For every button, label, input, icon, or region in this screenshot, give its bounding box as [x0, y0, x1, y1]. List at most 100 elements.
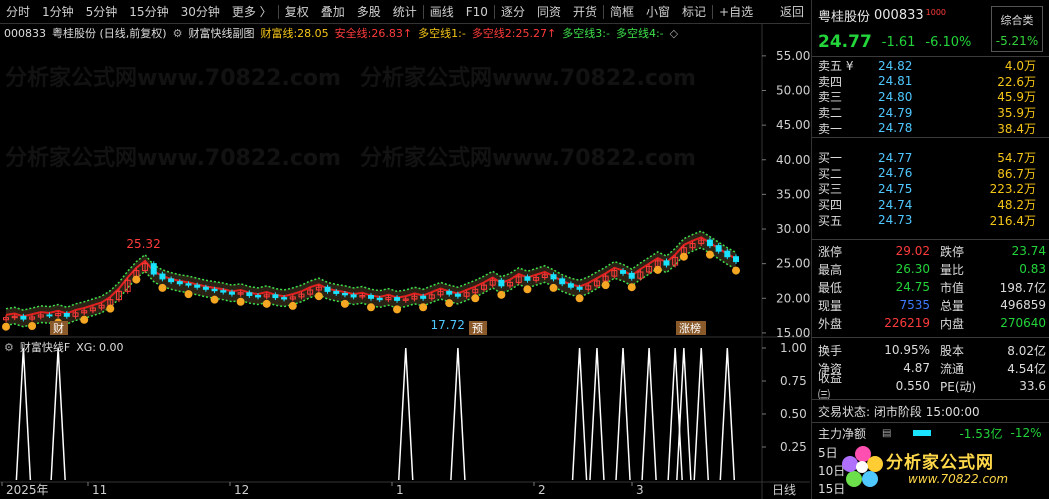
stat-label: 外盘: [818, 316, 843, 331]
candle-body: [663, 260, 670, 266]
toolbar-item-7[interactable]: 叠加: [315, 0, 351, 24]
flow-label: 主力净额: [818, 426, 867, 441]
signal-dot: [705, 250, 714, 259]
sub-y-tick-label: 0.25: [780, 440, 807, 454]
y-tick-label: 45.00: [776, 118, 810, 132]
ask-row[interactable]: 卖四 24.81 22.6万: [812, 74, 1049, 90]
ask-price: 24.79: [878, 105, 913, 120]
toolbar-item-1[interactable]: 1分钟: [36, 0, 80, 24]
stat-value: 270640: [1000, 316, 1046, 330]
sub-y-tick-label: 0.75: [780, 374, 807, 388]
candle-body: [246, 292, 253, 297]
toolbar-item-6[interactable]: 复权: [279, 0, 315, 24]
candle-body: [202, 286, 209, 290]
sub-info-line: ⚙ 财富快线F XG: 0.00: [0, 339, 129, 355]
last-price: 24.77: [818, 32, 872, 52]
toolbar-item-12[interactable]: 逐分: [495, 0, 531, 24]
ask-row[interactable]: 卖二 24.79 35.9万: [812, 105, 1049, 121]
signal-dot: [627, 283, 636, 292]
signal-dot: [601, 281, 610, 290]
stat-row: 涨停 29.02 跌停 23.74: [812, 242, 1049, 260]
stat-label: 流通: [940, 361, 965, 376]
stat-value: 29.02: [895, 244, 930, 258]
candle-body: [524, 276, 531, 281]
toolbar-item-14[interactable]: 开货: [567, 0, 603, 24]
signal-spike: [450, 347, 466, 481]
bid-label: 买一: [818, 151, 843, 166]
bid-row[interactable]: 买五 24.73 216.4万: [812, 212, 1049, 228]
y-tick-label: 55.00: [776, 49, 810, 63]
main-flow[interactable]: 主力净额 ▤ -1.53亿 -12%: [812, 424, 1049, 442]
signal-dot: [184, 290, 193, 299]
candle-body: [350, 294, 357, 298]
toolbar-item-18[interactable]: +自选: [713, 0, 759, 24]
price-annotation: 25.32: [126, 237, 160, 251]
candle-body: [394, 297, 401, 301]
ask-row[interactable]: 卖一 24.78 38.4万: [812, 120, 1049, 136]
price-annotation: 17.72: [431, 318, 465, 332]
toolbar-item-17[interactable]: 标记: [676, 0, 712, 24]
toolbar-item-0[interactable]: 分时: [0, 0, 36, 24]
gear-icon-sub[interactable]: ⚙: [4, 341, 14, 354]
candle-body: [420, 295, 427, 299]
kline-chart[interactable]: 55.0050.0045.0040.0035.0030.0025.0020.00…: [0, 24, 810, 499]
signal-spike: [571, 347, 588, 481]
ask-row[interactable]: 卖五 ¥ 24.82 4.0万: [812, 58, 1049, 74]
ask-label: 卖三: [818, 90, 843, 105]
signal-dot: [523, 285, 532, 294]
signal-dot: [497, 290, 506, 299]
toolbar-item-19[interactable]: 返回: [774, 0, 810, 24]
bid-label: 买三: [818, 182, 843, 197]
flow-menu-icon[interactable]: ▤: [882, 428, 891, 439]
candle-body: [446, 290, 453, 295]
sector-name: 综合类: [1000, 14, 1034, 27]
candle-body: [168, 278, 175, 283]
ask-price: 24.78: [878, 121, 913, 136]
toolbar-item-10[interactable]: 画线: [424, 0, 460, 24]
stat-label: 最低: [818, 280, 843, 295]
ask-volume: 38.4万: [997, 121, 1036, 136]
bid-label: 买二: [818, 166, 843, 181]
sub-indicator-name[interactable]: 财富快线F: [20, 339, 70, 355]
marker-yu: 预: [472, 322, 483, 335]
ask-row[interactable]: 卖三 24.80 45.9万: [812, 89, 1049, 105]
sector-box[interactable]: 综合类 -5.21%: [991, 6, 1043, 52]
ask-book: 卖五 ¥ 24.82 4.0万 卖四 24.81 22.6万 卖三 24.80 45.9万 卖二 2…: [812, 58, 1049, 136]
toolbar-item-11[interactable]: F10: [460, 0, 494, 24]
stat-label: PE(动): [940, 379, 977, 394]
toolbar-item-5[interactable]: 更多 〉: [226, 0, 278, 24]
bid-price: 24.77: [878, 150, 913, 165]
toolbar-item-8[interactable]: 多股: [351, 0, 387, 24]
bid-row[interactable]: 买二 24.76 86.7万: [812, 166, 1049, 182]
status-value: 闭市阶段 15:00:00: [873, 405, 980, 419]
signal-dot: [28, 322, 37, 330]
toolbar-item-3[interactable]: 15分钟: [123, 0, 174, 24]
candle-body: [176, 281, 183, 285]
flow-pct: -12%: [1010, 426, 1042, 440]
signal-dot: [367, 303, 375, 312]
stock-name: 粤桂股份: [818, 9, 871, 25]
toolbar-item-16[interactable]: 小窗: [640, 0, 676, 24]
toolbar-item-13[interactable]: 同资: [531, 0, 567, 24]
bid-row[interactable]: 买四 24.74 48.2万: [812, 197, 1049, 213]
signal-spike: [50, 347, 66, 481]
signal-dot: [732, 266, 740, 275]
x-tick-label: 12: [234, 483, 249, 497]
toolbar-item-9[interactable]: 统计: [387, 0, 423, 24]
y-tick-label: 25.00: [776, 257, 810, 271]
toolbar-item-15[interactable]: 简框: [604, 0, 640, 24]
y-tick-label: 15.00: [776, 326, 810, 340]
flower-logo-icon: [842, 446, 883, 487]
ask-volume: 22.6万: [997, 74, 1036, 89]
bid-volume: 223.2万: [989, 182, 1036, 197]
bid-label: 买五: [818, 213, 843, 228]
marker-cai: 财: [53, 321, 64, 335]
toolbar-item-4[interactable]: 30分钟: [175, 0, 226, 24]
bid-row[interactable]: 买三 24.75 223.2万: [812, 181, 1049, 197]
stat-label: 涨停: [818, 244, 843, 259]
bid-row[interactable]: 买一 24.77 54.7万: [812, 150, 1049, 166]
stat-label: 现量: [818, 298, 843, 313]
toolbar-item-2[interactable]: 5分钟: [80, 0, 124, 24]
bid-price: 24.75: [878, 181, 913, 196]
signal-dot: [340, 299, 349, 308]
